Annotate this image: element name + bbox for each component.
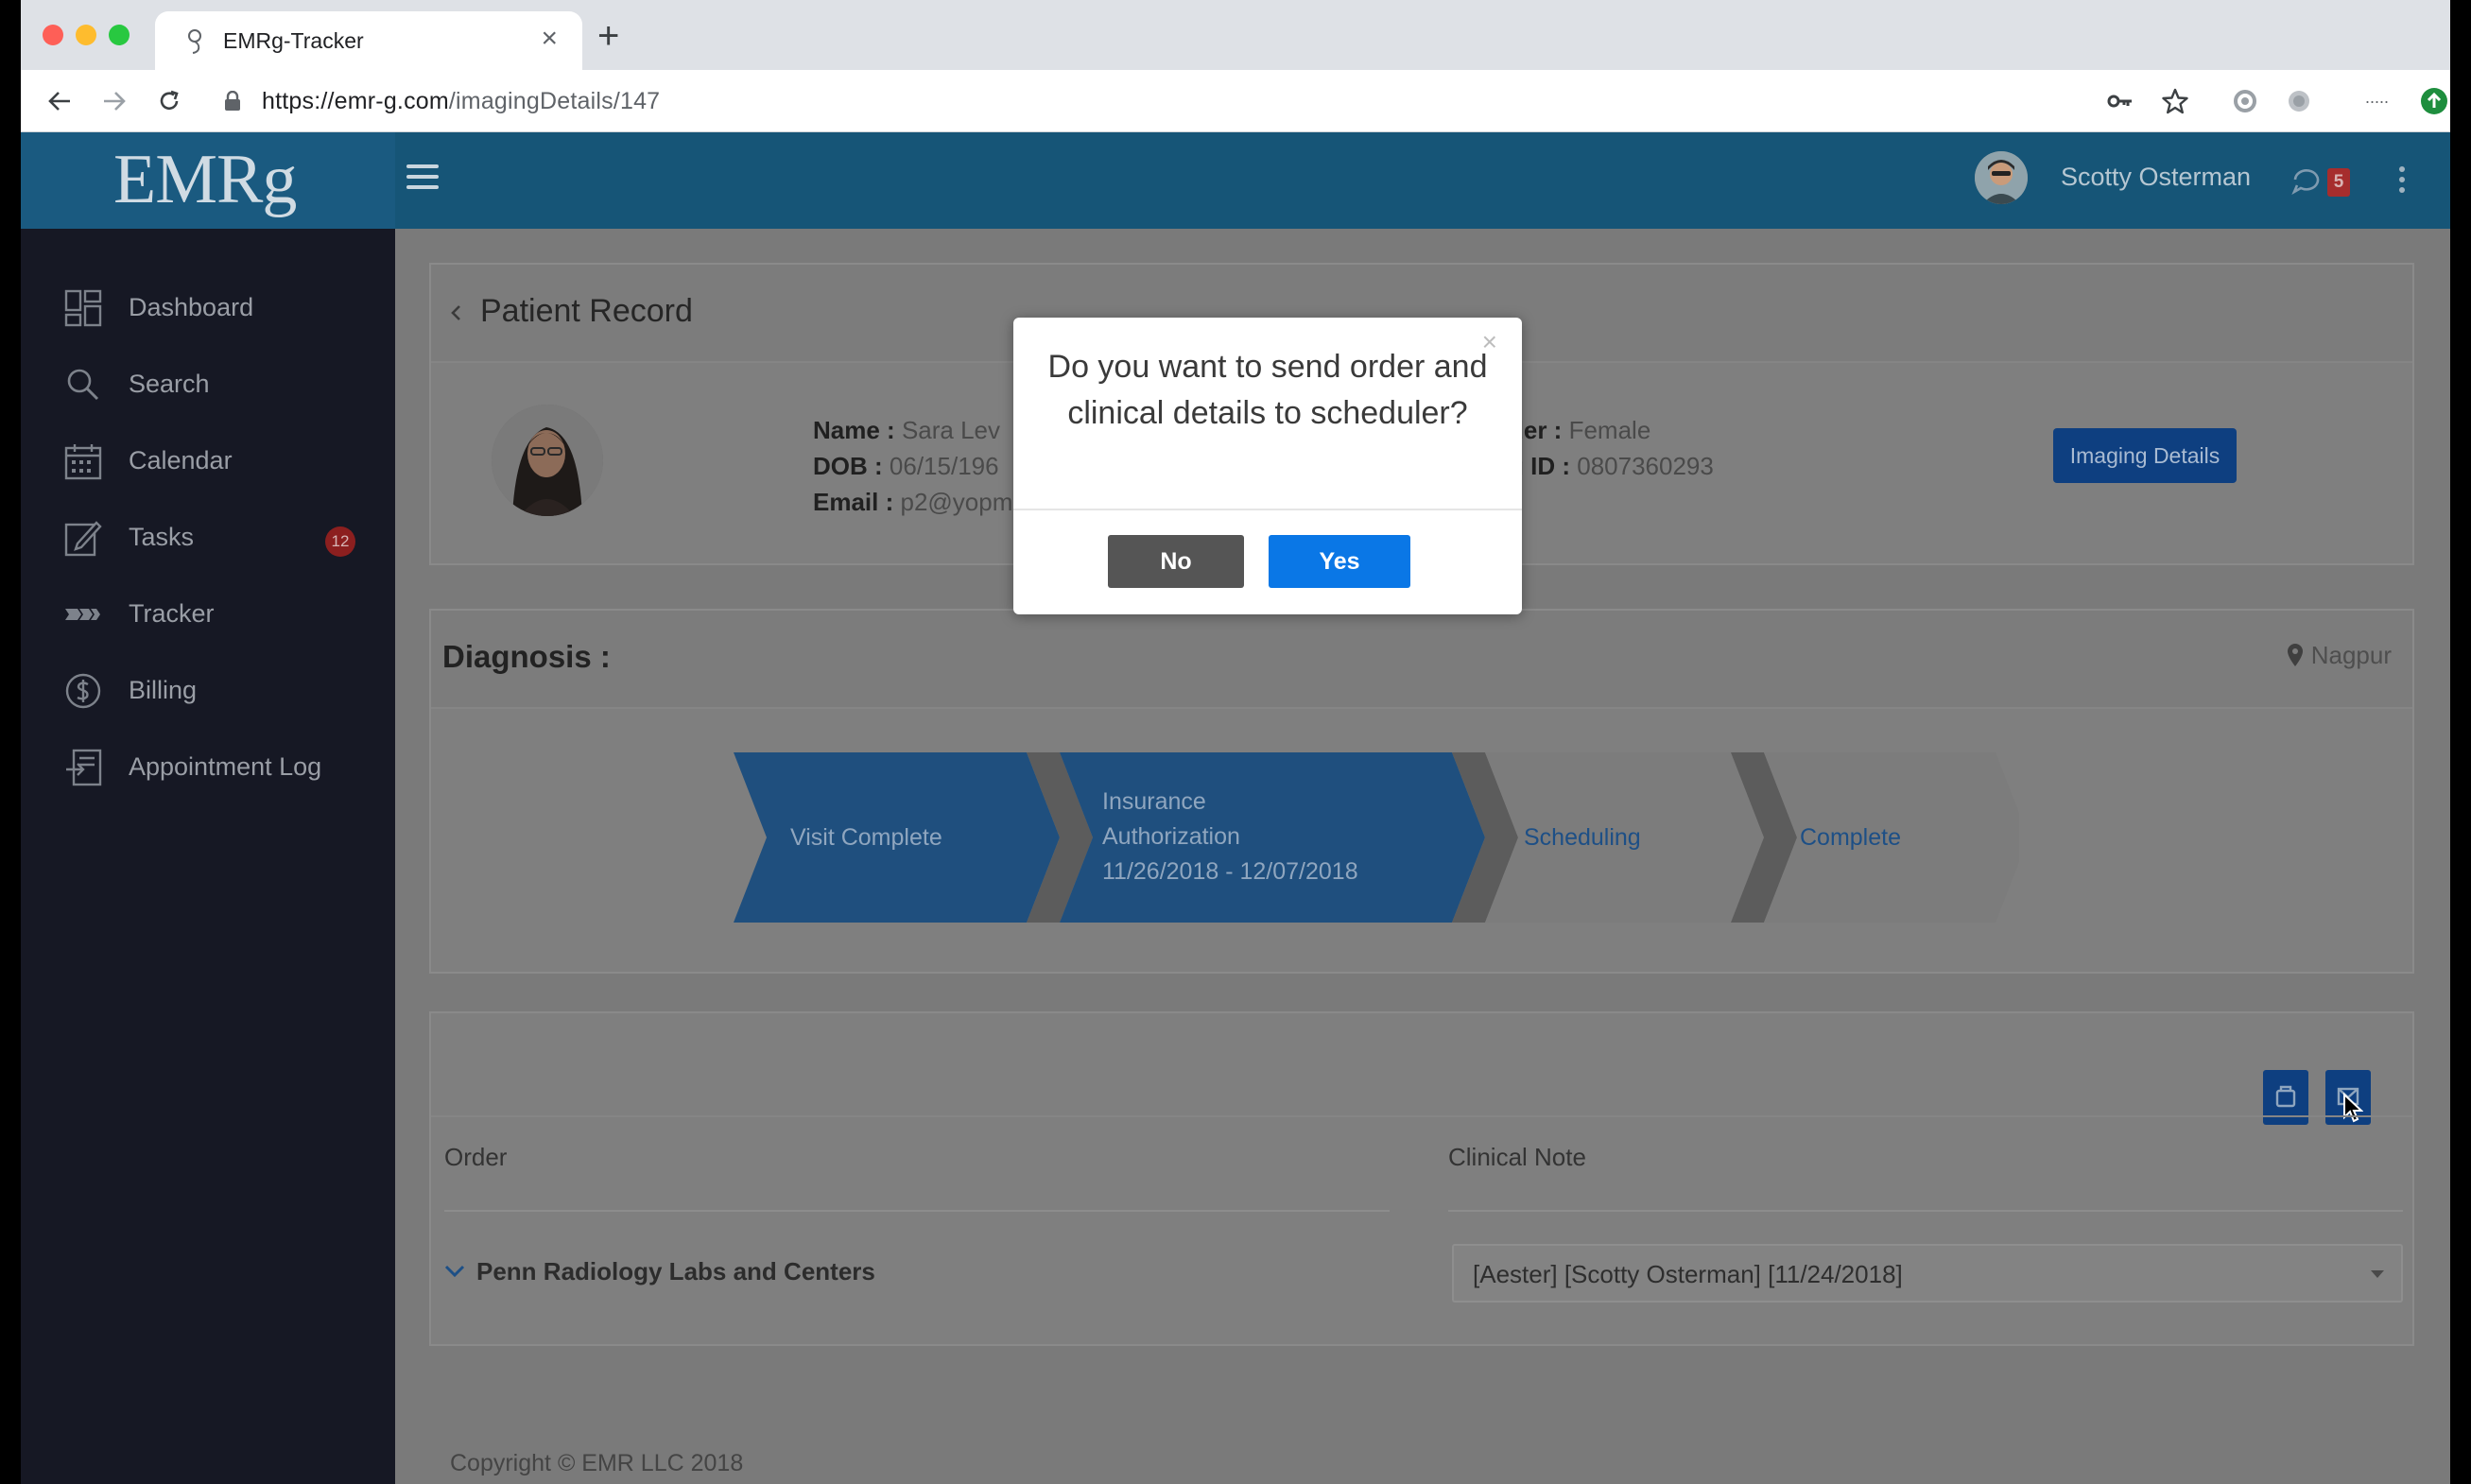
tab-strip: EMRg-Tracker × +	[21, 0, 2450, 70]
sidebar-item-label: Appointment Log	[129, 752, 322, 781]
sidebar-item-tasks[interactable]: Tasks 12	[21, 502, 395, 568]
dialog-question: Do you want to send order and clinical d…	[1047, 349, 1488, 431]
patient-dob: DOB : 06/15/196	[813, 452, 999, 480]
extension-icon[interactable]	[2283, 85, 2315, 117]
sidebar-item-label: Search	[129, 370, 210, 398]
chevron-down-icon[interactable]	[444, 1265, 465, 1278]
patient-name: Name : Sara Lev	[813, 416, 1001, 444]
forward-icon[interactable]	[98, 85, 130, 117]
clinical-note-select[interactable]: [Aester] [Scotty Osterman] [11/24/2018]	[1452, 1244, 2403, 1303]
clinical-note-value: [Aester] [Scotty Osterman] [11/24/2018]	[1473, 1260, 1903, 1288]
extension-sync-icon[interactable]	[2229, 85, 2261, 117]
key-icon[interactable]	[2104, 85, 2136, 117]
sidebar-item-dashboard[interactable]: Dashboard	[21, 272, 395, 338]
sidebar-item-billing[interactable]: Billing	[21, 655, 395, 721]
calendar-icon	[64, 444, 102, 480]
more-options-icon[interactable]	[2399, 166, 2407, 195]
pipeline-step-label: Insurance Authorization 11/26/2018 - 12/…	[1102, 788, 1358, 885]
clinical-note-column-header: Clinical Note	[1448, 1143, 1586, 1171]
search-icon	[67, 369, 99, 401]
divider	[431, 1115, 2412, 1117]
dashboard-icon	[64, 289, 102, 327]
lock-icon	[225, 91, 240, 111]
app-root: EMRg Scotty Osterman 5 Dashboard Search …	[21, 132, 2450, 1484]
yes-button[interactable]: Yes	[1269, 535, 1410, 588]
order-card: Order Clinical Note Penn Radiology Labs …	[429, 1011, 2414, 1346]
diagnosis-title: Diagnosis :	[442, 639, 611, 674]
caret-down-icon	[2371, 1270, 2384, 1278]
diagnosis-card: Diagnosis : Nagpur Visit Complete Insura…	[429, 609, 2414, 974]
map-pin-icon	[2287, 644, 2303, 666]
pipeline-step-label: Visit Complete	[790, 824, 942, 851]
divider	[1013, 509, 1522, 510]
sidebar-item-appointment-log[interactable]: Appointment Log	[21, 732, 395, 798]
sidebar: Dashboard Search Calendar Tasks 12 Track…	[21, 229, 395, 1484]
sidebar-item-label: Tasks	[129, 523, 195, 551]
diagnosis-header: Diagnosis : Nagpur	[431, 611, 2412, 709]
mouse-cursor-icon	[2343, 1093, 2363, 1123]
order-row[interactable]: Penn Radiology Labs and Centers	[444, 1257, 875, 1286]
copyright: Copyright © EMR LLC 2018	[450, 1450, 744, 1476]
chat-notification-icon[interactable]	[2291, 166, 2324, 195]
sidebar-item-label: Billing	[129, 676, 198, 704]
patient-id: g ID : 0807360293	[1509, 452, 1714, 480]
profile-update-icon[interactable]	[2418, 85, 2450, 117]
divider	[444, 1210, 1390, 1212]
minimize-window-button[interactable]	[76, 25, 96, 45]
url-text: https://emr-g.com/imagingDetails/147	[262, 88, 661, 114]
browser-window: EMRg-Tracker × + https://emr-g.com/imagi…	[21, 0, 2450, 132]
logo-area: EMRg	[21, 132, 395, 229]
edit-icon	[64, 521, 102, 557]
order-column-header: Order	[444, 1143, 508, 1171]
address-bar[interactable]: https://emr-g.com/imagingDetails/147	[207, 79, 2098, 123]
patient-gender: der : Female	[1509, 416, 1651, 444]
tasks-count-badge: 12	[325, 526, 355, 557]
menu-toggle-icon[interactable]	[406, 164, 439, 193]
notification-count-badge: 5	[2327, 168, 2350, 197]
app-header: EMRg Scotty Osterman 5	[21, 132, 2450, 229]
close-window-button[interactable]	[43, 25, 63, 45]
user-name[interactable]: Scotty Osterman	[2061, 163, 2251, 192]
emrg-logo[interactable]: EMRg	[113, 140, 297, 220]
sidebar-item-label: Calendar	[129, 446, 233, 475]
back-icon[interactable]	[43, 85, 76, 117]
new-tab-button[interactable]: +	[597, 17, 619, 55]
sidebar-item-calendar[interactable]: Calendar	[21, 425, 395, 492]
bookmark-star-icon[interactable]	[2159, 85, 2191, 117]
browser-tab[interactable]: EMRg-Tracker ×	[155, 11, 582, 70]
tab-close-icon[interactable]: ×	[541, 25, 558, 53]
reload-icon[interactable]	[153, 85, 185, 117]
maximize-window-button[interactable]	[109, 25, 130, 45]
page-title: Patient Record	[480, 293, 693, 329]
sidebar-item-search[interactable]: Search	[21, 349, 395, 415]
confirm-send-dialog: × Do you want to send order and clinical…	[1013, 318, 1522, 614]
tab-title: EMRg-Tracker	[223, 28, 364, 53]
browser-toolbar: https://emr-g.com/imagingDetails/147 ···…	[21, 70, 2450, 132]
sidebar-item-tracker[interactable]: Tracker	[21, 578, 395, 645]
more-extensions-icon[interactable]: ·····	[2356, 85, 2397, 117]
pipeline-step-label: Scheduling	[1524, 824, 1641, 851]
back-chevron-icon[interactable]	[448, 304, 465, 321]
pipeline-step-label: Complete	[1800, 824, 1901, 851]
sidebar-item-label: Tracker	[129, 599, 215, 628]
sidebar-item-label: Dashboard	[129, 293, 254, 321]
patient-photo	[492, 405, 603, 516]
divider	[1448, 1210, 2403, 1212]
location: Nagpur	[2287, 641, 2392, 670]
user-avatar[interactable]	[1975, 151, 2028, 204]
tracker-icon	[65, 609, 100, 620]
no-button[interactable]: No	[1108, 535, 1244, 588]
imaging-details-button[interactable]: Imaging Details	[2053, 428, 2237, 483]
log-icon	[66, 749, 102, 786]
favicon-icon	[188, 29, 201, 54]
dollar-icon	[65, 673, 101, 709]
